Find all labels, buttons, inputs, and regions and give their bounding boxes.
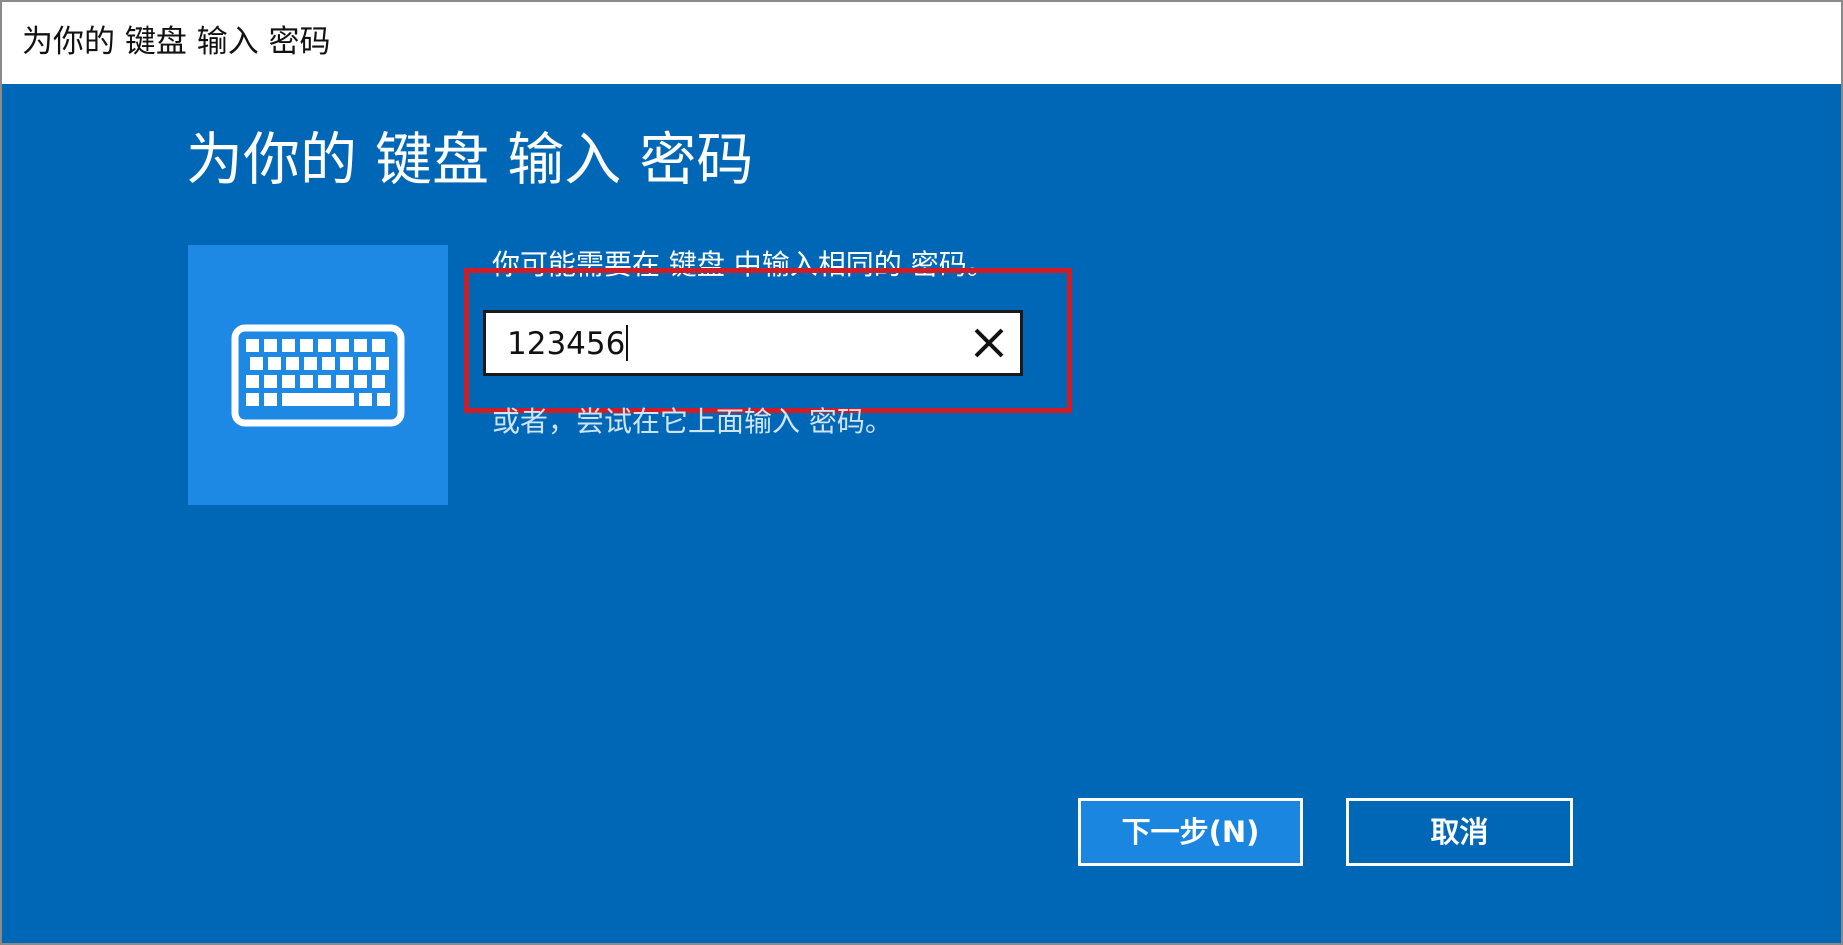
next-button[interactable]: 下一步(N) [1078,798,1303,866]
keyboard-tile [188,245,448,505]
title-bar: 为你的 键盘 输入 密码 [2,2,1841,84]
close-icon [974,328,1004,358]
alternative-hint-text: 或者，尝试在它上面输入 密码。 [492,405,893,438]
text-caret [626,325,629,361]
pairing-dialog: 为你的 键盘 输入 密码 为你的 键盘 输入 密码 你可能需要在 键盘 中输入相… [0,0,1843,945]
passcode-value: 123456 [507,325,629,363]
clear-button[interactable] [969,323,1009,363]
keyboard-icon [231,324,405,427]
passcode-input[interactable]: 123456 [483,310,1023,376]
dialog-content: 为你的 键盘 输入 密码 你可能需要在 键盘 中输入相同的 密码。 123456… [2,84,1841,943]
cancel-button[interactable]: 取消 [1346,798,1573,866]
page-title: 为你的 键盘 输入 密码 [186,127,754,193]
window-title: 为你的 键盘 输入 密码 [22,24,331,60]
